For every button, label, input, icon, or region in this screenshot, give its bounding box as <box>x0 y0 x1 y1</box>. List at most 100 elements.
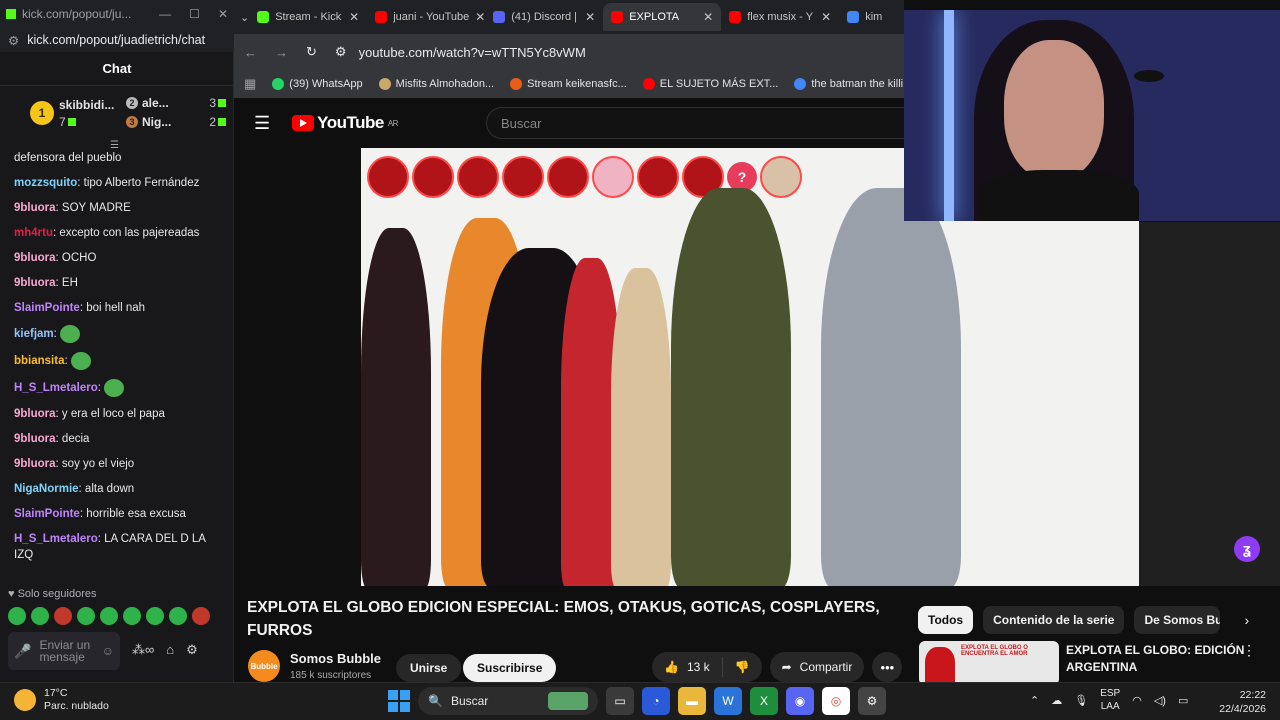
recommendation-title[interactable]: EXPLOTA EL GLOBO: EDICIÓN ARGENTINA <box>1066 642 1246 676</box>
close-icon[interactable]: ✕ <box>218 7 228 21</box>
emote-1[interactable] <box>8 607 26 625</box>
emote-3[interactable] <box>54 607 72 625</box>
site-settings-icon[interactable]: ⚙ <box>8 33 19 48</box>
browser-tab[interactable]: flex musix - Y ✕ <box>721 3 839 31</box>
maximize-icon[interactable]: ☐ <box>189 7 200 21</box>
chat-url[interactable]: kick.com/popout/juadietrich/chat <box>27 33 205 47</box>
channel-name[interactable]: Somos Bubble <box>290 651 381 666</box>
bookmark-item[interactable]: (39) WhatsApp <box>272 78 363 90</box>
tab-search-icon[interactable]: ⌄ <box>240 11 249 24</box>
browser-tab[interactable]: juani - YouTube ✕ <box>367 3 485 31</box>
more-actions-icon[interactable]: ••• <box>872 652 903 682</box>
dislike-button[interactable]: 👎 <box>723 660 762 674</box>
tab-close-icon[interactable]: ✕ <box>349 10 359 24</box>
chat-username[interactable]: SlaimPointe <box>14 508 80 520</box>
browser-tab[interactable]: Stream - Kick ✕ <box>249 3 367 31</box>
weather-widget[interactable]: 17°C Parc. nublado <box>14 687 109 713</box>
site-info-icon[interactable]: ⚙ <box>335 44 347 60</box>
chrome-icon[interactable]: ◎ <box>822 687 850 715</box>
cloud-icon[interactable]: ☁ <box>1051 694 1062 707</box>
copilot-icon[interactable]: ◔ <box>642 687 670 715</box>
chip-series[interactable]: Contenido de la serie <box>983 606 1125 634</box>
microphone-icon[interactable]: 🎤 <box>14 643 31 660</box>
join-button[interactable]: Unirse <box>396 654 462 682</box>
bookmarks-bar: ▦ (39) WhatsApp Misfits Almohadon... Strea… <box>234 70 904 98</box>
battery-icon[interactable]: ▭ <box>1178 694 1188 707</box>
app-icon[interactable]: ⚙ <box>858 687 886 715</box>
emote-8[interactable] <box>169 607 187 625</box>
chevron-right-icon[interactable]: › <box>1244 612 1249 628</box>
tab-close-icon[interactable]: ✕ <box>475 10 485 24</box>
store-icon[interactable]: ⌂ <box>166 642 174 658</box>
menu-icon[interactable]: ☰ <box>254 113 270 134</box>
apps-icon[interactable]: ▦ <box>244 76 256 92</box>
tray-expand-icon[interactable]: ⌃ <box>1030 694 1039 707</box>
forward-icon[interactable]: → <box>275 45 288 60</box>
chat-username[interactable]: 9bluora <box>14 252 56 264</box>
tab-close-icon[interactable]: ✕ <box>585 10 595 24</box>
recommendation-menu-icon[interactable]: ⋮ <box>1242 642 1256 659</box>
start-icon[interactable] <box>388 690 410 712</box>
subscribe-button[interactable]: Suscribirse <box>463 654 557 682</box>
bookmark-item[interactable]: EL SUJETO MÁS EXT... <box>642 78 778 90</box>
minimize-icon[interactable]: — <box>159 7 171 21</box>
chat-message-input[interactable]: 🎤 Enviar un mensaje ☺ <box>8 632 120 670</box>
chat-address-bar[interactable]: ⚙ kick.com/popout/juadietrich/chat <box>0 28 234 52</box>
chat-username[interactable]: H_S_Lmetalero <box>14 533 98 545</box>
task-view-icon[interactable]: ▭ <box>606 687 634 715</box>
emote-7[interactable] <box>146 607 164 625</box>
chip-channel[interactable]: De Somos Bubble <box>1134 606 1221 634</box>
tab-close-icon[interactable]: ✕ <box>703 10 713 24</box>
browser-tab[interactable]: EXPLOTA ✕ <box>603 3 722 31</box>
tab-close-icon[interactable]: ✕ <box>821 10 831 24</box>
chat-username[interactable]: kiefjam <box>14 328 54 340</box>
leaderboard-third[interactable]: 3 Nig... 2 <box>126 115 226 129</box>
chat-username[interactable]: 9bluora <box>14 202 56 214</box>
address-url[interactable]: youtube.com/watch?v=wTTN5Yc8vWM <box>359 45 586 60</box>
back-icon[interactable]: ← <box>244 45 257 60</box>
browser-tab[interactable]: (41) Discord | ✕ <box>485 3 603 31</box>
chip-all[interactable]: Todos <box>918 606 974 634</box>
chat-username[interactable]: H_S_Lmetalero <box>14 382 98 394</box>
bookmark-item[interactable]: Stream keikenasfc... <box>510 78 627 90</box>
emote-9[interactable] <box>192 607 210 625</box>
wifi-icon[interactable]: ◠ <box>1132 694 1142 707</box>
youtube-search-input[interactable]: Buscar <box>486 107 916 139</box>
bookmark-item[interactable]: Misfits Almohadon... <box>378 78 494 90</box>
file-explorer-icon[interactable]: ▬ <box>678 687 706 715</box>
bookmark-item[interactable]: the batman the killi... <box>794 78 904 90</box>
recommendation-thumbnail[interactable]: EXPLOTA EL GLOBO O ENCUENTRA EL AMOR <box>919 641 1059 685</box>
volume-icon[interactable]: ◁) <box>1154 694 1166 707</box>
chat-username[interactable]: SlaimPointe <box>14 302 80 314</box>
youtube-logo[interactable]: YouTube AR <box>292 113 398 133</box>
channel-avatar[interactable]: Bubble <box>248 650 280 682</box>
reload-icon[interactable]: ↻ <box>306 44 317 60</box>
leaderboard-first-name[interactable]: skibbidi... <box>59 98 114 112</box>
chat-username[interactable]: 9bluora <box>14 458 56 470</box>
chat-username[interactable]: mozzsquito <box>14 177 77 189</box>
emote-5[interactable] <box>100 607 118 625</box>
discord-icon[interactable]: ◉ <box>786 687 814 715</box>
chat-username[interactable]: NigaNormie <box>14 483 79 495</box>
language-indicator[interactable]: ESP LAA <box>1100 687 1120 713</box>
system-clock[interactable]: 22:22 22/4/2026 <box>1210 688 1266 716</box>
emote-4[interactable] <box>77 607 95 625</box>
excel-icon[interactable]: X <box>750 687 778 715</box>
emote-2[interactable] <box>31 607 49 625</box>
like-button[interactable]: 👍 13 k <box>652 657 723 677</box>
chat-username[interactable]: 9bluora <box>14 433 56 445</box>
chat-settings-icon[interactable]: ⚙ <box>186 642 198 658</box>
taskbar-search[interactable]: 🔍 Buscar <box>418 687 598 715</box>
word-icon[interactable]: W <box>714 687 742 715</box>
chat-username[interactable]: bbiansita <box>14 355 64 367</box>
chat-username[interactable]: mh4rtu <box>14 227 53 239</box>
chat-username[interactable]: 9bluora <box>14 277 56 289</box>
address-bar[interactable]: ⚙ youtube.com/watch?v=wTTN5Yc8vWM <box>335 44 586 60</box>
chat-username[interactable]: 9bluora <box>14 408 56 420</box>
emoji-icon[interactable]: ☺ <box>102 644 114 658</box>
gift-icon[interactable]: ⁂∞ <box>132 642 154 658</box>
share-button[interactable]: ➦ Compartir <box>769 652 865 682</box>
mic-tray-icon[interactable]: 🎙 <box>1074 694 1088 707</box>
leaderboard-second[interactable]: 2 ale... 3 <box>126 96 226 110</box>
emote-6[interactable] <box>123 607 141 625</box>
